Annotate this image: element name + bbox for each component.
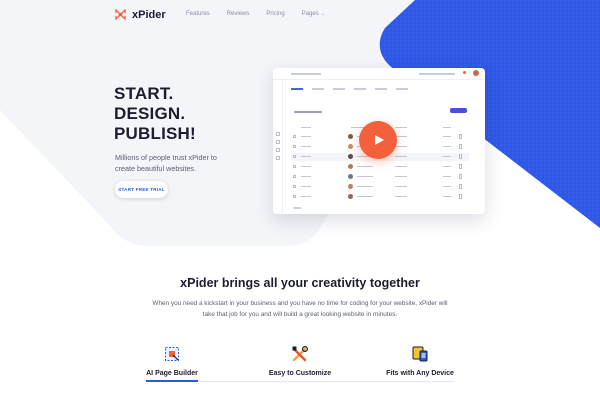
preview-table-row xyxy=(291,163,469,171)
preview-tabs xyxy=(291,88,408,90)
preview-tab xyxy=(291,88,303,90)
feature-label: Easy to Customize xyxy=(268,370,332,377)
preview-avatar xyxy=(473,70,479,76)
top-navigation: xPider Features Reviews Pricing Pages ⌄ xyxy=(0,0,600,30)
feature-tab-easy-to-customize[interactable]: Easy to Customize xyxy=(245,345,355,377)
nav-link-pages-label: Pages xyxy=(301,11,319,17)
hero-title-line: START. xyxy=(114,84,174,103)
devices-icon xyxy=(412,346,428,362)
preview-topbar xyxy=(273,68,485,80)
preview-table-row xyxy=(291,183,469,191)
feature-tab-ai-page-builder[interactable]: AI Page Builder xyxy=(117,345,227,377)
play-video-button[interactable] xyxy=(359,121,397,159)
brand-logo[interactable]: xPider xyxy=(114,8,166,21)
nav-link-features[interactable]: Features xyxy=(186,11,210,17)
feature-label: AI Page Builder xyxy=(146,370,198,377)
preview-sidebar-icon xyxy=(276,132,280,136)
features-description: When you need a kickstart in your busine… xyxy=(152,300,448,318)
nav-link-reviews[interactable]: Reviews xyxy=(227,11,250,17)
preview-table-title xyxy=(294,111,322,113)
preview-pagination xyxy=(293,207,301,209)
preview-tab xyxy=(396,88,408,90)
preview-notification-icon xyxy=(463,71,466,74)
hero-subtitle: Millions of people trust xPider to creat… xyxy=(115,153,217,173)
preview-search xyxy=(419,73,455,75)
preview-sidebar xyxy=(273,80,283,214)
hero-title-line: DESIGN. xyxy=(114,104,186,123)
hero-title-line: PUBLISH! xyxy=(114,124,196,143)
feature-tabs-active-indicator xyxy=(146,380,198,382)
feature-label: Fits with Any Device xyxy=(386,370,454,377)
spider-logo-icon xyxy=(115,9,126,20)
preview-sidebar-icon xyxy=(276,156,280,160)
nav-link-pages[interactable]: Pages ⌄ xyxy=(302,11,325,17)
preview-breadcrumb xyxy=(291,73,321,75)
preview-tab xyxy=(333,88,345,90)
preview-tab xyxy=(375,88,387,90)
hero-title: START. DESIGN. PUBLISH! xyxy=(114,84,274,144)
chevron-down-icon: ⌄ xyxy=(320,11,325,17)
preview-table-row xyxy=(291,173,469,181)
preview-sidebar-icon xyxy=(276,148,280,152)
preview-tab xyxy=(312,88,324,90)
feature-tabs-indicator xyxy=(0,380,600,382)
preview-add-button xyxy=(450,108,467,113)
play-icon xyxy=(375,135,384,145)
start-free-trial-button[interactable]: START FREE TRIAL xyxy=(115,181,168,198)
feature-tab-fits-with-any-device[interactable]: Fits with Any Device xyxy=(365,345,475,377)
ai-page-builder-icon xyxy=(165,347,179,361)
brand-name: xPider xyxy=(132,8,166,21)
preview-table-row xyxy=(291,193,469,201)
nav-link-pricing[interactable]: Pricing xyxy=(266,11,284,17)
preview-tab xyxy=(354,88,366,90)
tools-icon xyxy=(292,345,309,362)
nav-links: Features Reviews Pricing Pages ⌄ xyxy=(186,11,342,17)
features-title: xPider brings all your creativity togeth… xyxy=(180,276,420,290)
preview-sidebar-icon xyxy=(276,140,280,144)
